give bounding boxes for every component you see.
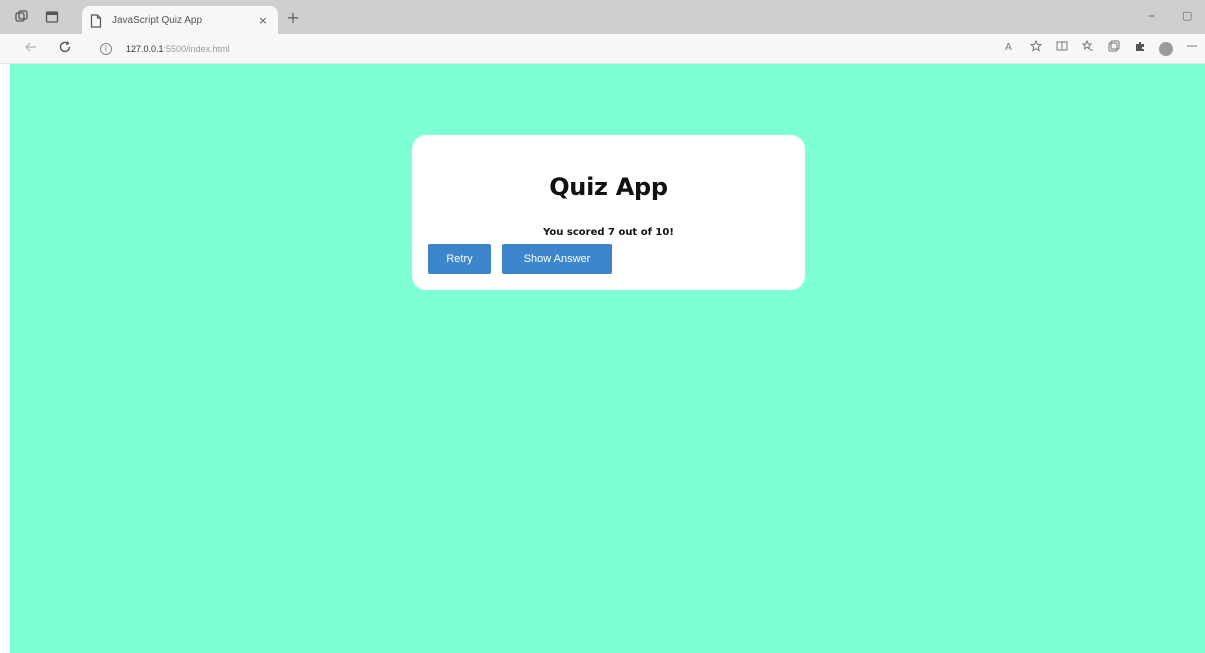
back-arrow-icon[interactable] <box>22 40 40 58</box>
active-tab[interactable]: JavaScript Quiz App × <box>82 6 278 34</box>
read-aloud-icon[interactable]: A <box>997 40 1023 58</box>
window-minimize-button[interactable]: – <box>1148 8 1155 24</box>
page-viewport: Quiz App You scored 7 out of 10! Retry S… <box>10 64 1205 653</box>
tab-title: JavaScript Quiz App <box>112 14 203 26</box>
split-screen-icon[interactable] <box>1049 40 1075 58</box>
score-text: You scored 7 out of 10! <box>543 227 674 238</box>
browser-address-bar: i 127.0.0.1 :5500/index.html A <box>0 34 1205 64</box>
extensions-icon[interactable] <box>1127 40 1153 58</box>
url-host: 127.0.0.1 <box>126 44 164 54</box>
profile-avatar-icon[interactable] <box>1159 42 1173 56</box>
favorites-icon[interactable] <box>1075 39 1101 58</box>
tab-actions-icon[interactable] <box>44 9 60 25</box>
more-menu-icon[interactable] <box>1179 40 1205 58</box>
favorite-star-icon[interactable] <box>1023 39 1049 58</box>
url-field[interactable]: i 127.0.0.1 :5500/index.html <box>100 41 230 57</box>
page-icon <box>90 13 102 28</box>
quiz-card: Quiz App You scored 7 out of 10! Retry S… <box>412 135 805 290</box>
retry-button[interactable]: Retry <box>428 244 491 274</box>
svg-text:A: A <box>1005 42 1012 52</box>
refresh-icon[interactable] <box>56 40 74 58</box>
browser-toolbar: A <box>997 39 1205 58</box>
collections-icon[interactable] <box>1101 40 1127 58</box>
workspaces-icon[interactable] <box>14 9 30 25</box>
show-answer-button[interactable]: Show Answer <box>502 244 612 274</box>
tab-close-icon[interactable]: × <box>256 14 270 27</box>
window-restore-button[interactable]: ▢ <box>1182 9 1192 22</box>
quiz-title: Quiz App <box>549 173 668 201</box>
new-tab-button[interactable]: + <box>284 9 302 27</box>
url-path: :5500/index.html <box>163 44 230 54</box>
site-info-icon[interactable]: i <box>100 43 112 55</box>
